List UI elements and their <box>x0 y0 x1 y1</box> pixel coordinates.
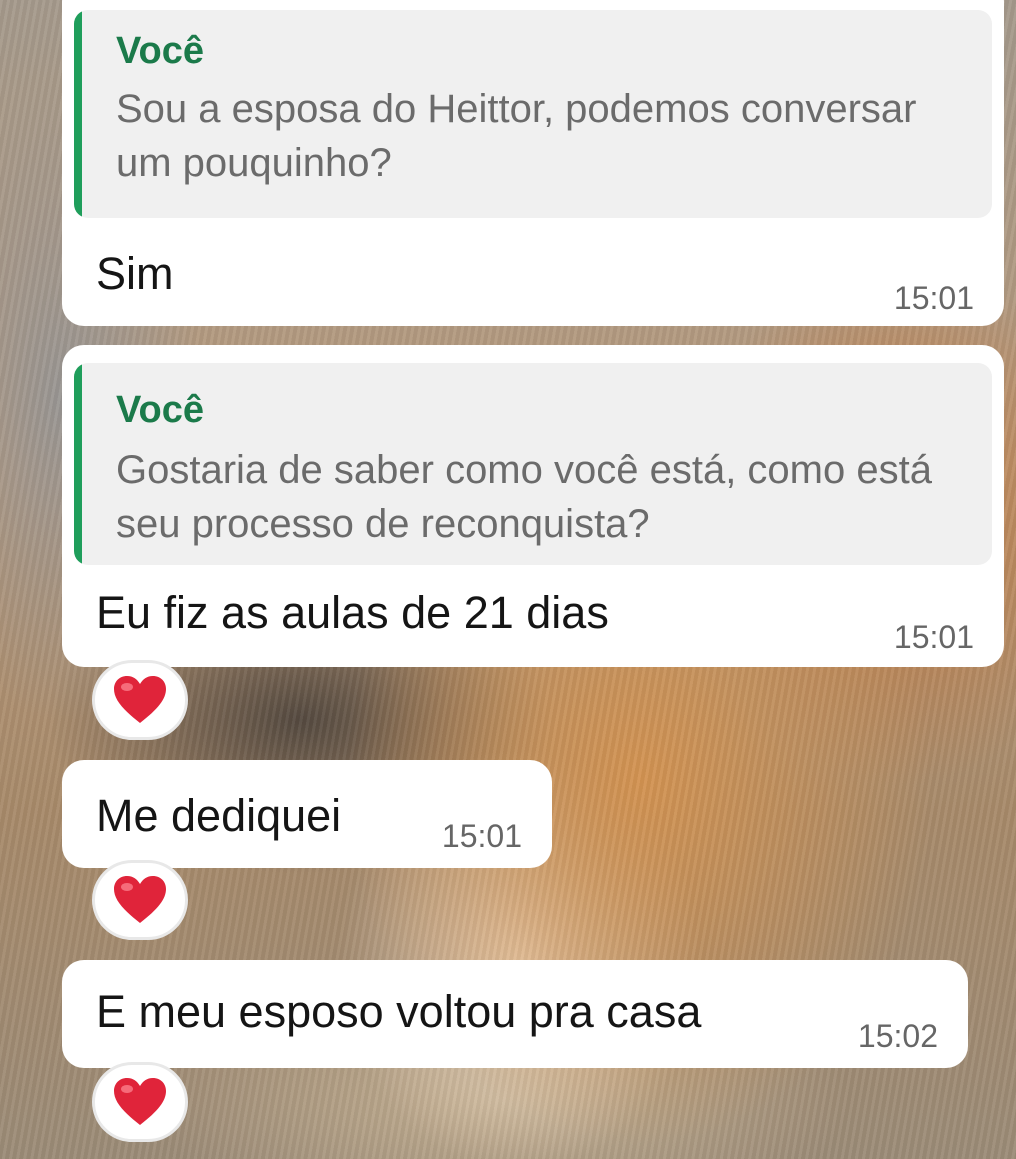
quoted-author: Você <box>116 389 205 431</box>
message-time: 15:01 <box>441 818 522 854</box>
message-text: E meu esposo voltou pra casa <box>96 986 702 1037</box>
chat-messages[interactable]: Você Sou a esposa do Heittor, podemos co… <box>0 0 1016 1159</box>
message-time: 15:01 <box>893 280 974 316</box>
message-text: Me dediquei <box>96 790 342 841</box>
message-bubble[interactable]: Você Sou a esposa do Heittor, podemos co… <box>62 0 1004 326</box>
message-bubble[interactable]: E meu esposo voltou pra casa 15:02 <box>62 960 968 1068</box>
red-heart-icon <box>114 876 166 923</box>
quoted-text: Sou a esposa do Heittor, podemos convers… <box>116 87 917 185</box>
message-bubble[interactable]: Me dediquei 15:01 <box>62 760 552 868</box>
quoted-message[interactable]: Você Sou a esposa do Heittor, podemos co… <box>74 10 992 218</box>
reaction-badge[interactable] <box>92 860 188 940</box>
reaction-badge[interactable] <box>92 660 188 740</box>
reaction-badge[interactable] <box>92 1062 188 1142</box>
quoted-message[interactable]: Você Gostaria de saber como você está, c… <box>74 363 992 565</box>
red-heart-icon <box>114 676 166 723</box>
message-text: Sim <box>96 248 174 299</box>
red-heart-icon <box>114 1078 166 1125</box>
message-time: 15:02 <box>857 1018 938 1054</box>
quoted-text: Gostaria de saber como você está, como e… <box>116 448 932 546</box>
message-time: 15:01 <box>893 619 974 655</box>
message-text: Eu fiz as aulas de 21 dias <box>96 587 609 638</box>
message-bubble[interactable]: Você Gostaria de saber como você está, c… <box>62 345 1004 667</box>
quoted-author: Você <box>116 30 205 72</box>
